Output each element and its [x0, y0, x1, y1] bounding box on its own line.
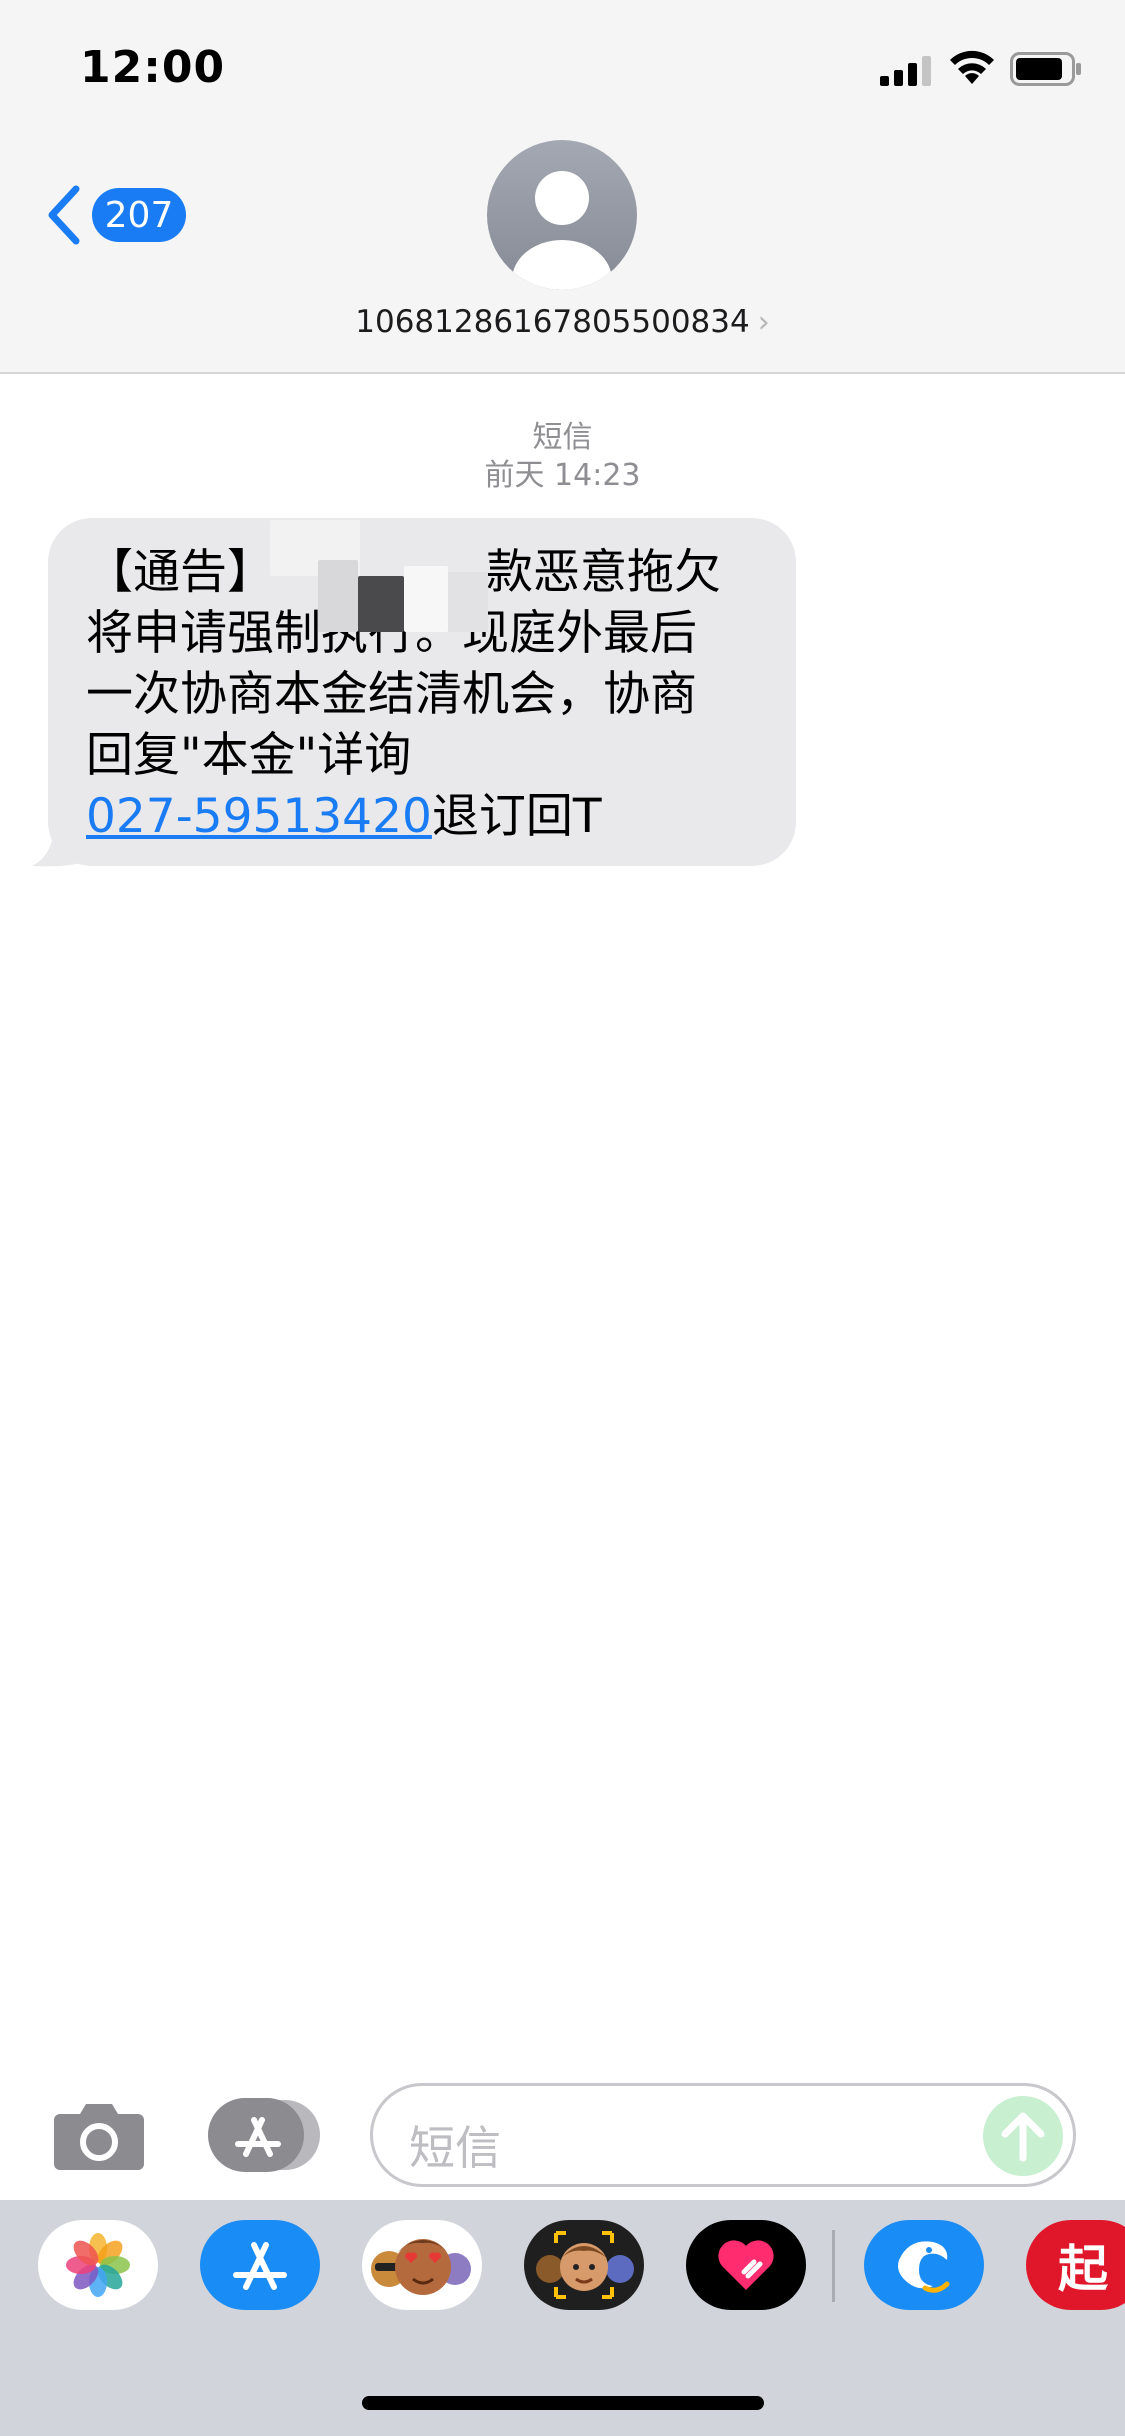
- phone-number-link[interactable]: 027-59513420: [86, 789, 432, 844]
- memoji-faces-icon: [371, 2239, 471, 2295]
- app-store-icon[interactable]: [200, 2220, 320, 2310]
- contact-number[interactable]: 10681286167805500834 ›: [0, 304, 1125, 340]
- redaction-block: [358, 576, 404, 632]
- message-input-placeholder: 短信: [409, 2121, 501, 2175]
- message-input[interactable]: 短信: [370, 2083, 1076, 2187]
- camera-button[interactable]: [52, 2098, 146, 2172]
- animoji-icon[interactable]: [524, 2220, 644, 2310]
- animoji-face-icon: [536, 2231, 634, 2299]
- app-drawer: 起: [0, 2200, 1125, 2436]
- home-indicator[interactable]: [362, 2396, 764, 2410]
- message-line-3: 一次协商本金结清机会，协商: [86, 667, 697, 722]
- chevron-left-icon: [48, 185, 80, 245]
- arrow-up-icon: [1001, 2112, 1045, 2162]
- send-button[interactable]: [983, 2096, 1063, 2176]
- status-time: 12:00: [80, 42, 226, 93]
- dolphin-icon: [898, 2241, 950, 2293]
- conversation-header: 12:00 207 10681286167805500834 ›: [0, 0, 1125, 374]
- redaction-block: [318, 560, 358, 632]
- memoji-stickers-icon[interactable]: [362, 2220, 482, 2310]
- qi-app-icon[interactable]: 起: [1026, 2220, 1125, 2310]
- message-line-5: 027-59513420退订回T: [86, 789, 602, 844]
- message-timestamp: 前天 14:23: [484, 458, 641, 493]
- contact-avatar[interactable]: [487, 140, 637, 290]
- app-store-glyph: [233, 2242, 287, 2290]
- digital-touch-icon[interactable]: [686, 2220, 806, 2310]
- cellular-signal-icon: [880, 56, 931, 86]
- wifi-icon: [950, 50, 994, 84]
- redaction-block: [448, 572, 488, 632]
- heart-icon: [718, 2240, 774, 2290]
- dolphin-app-icon[interactable]: [864, 2220, 984, 2310]
- drawer-divider: [832, 2230, 835, 2302]
- back-button[interactable]: 207: [44, 180, 204, 250]
- app-store-button[interactable]: [206, 2096, 320, 2174]
- unread-count-badge: 207: [92, 188, 186, 242]
- battery-icon: [1010, 52, 1081, 86]
- photos-app-icon[interactable]: [38, 2220, 158, 2310]
- photos-flower-icon: [66, 2233, 130, 2297]
- qi-app-glyph: 起: [1058, 2240, 1108, 2298]
- chevron-right-icon: ›: [757, 305, 770, 340]
- contact-number-text: 10681286167805500834: [355, 304, 750, 340]
- redaction-block: [404, 566, 448, 632]
- message-line-4: 回复"本金"详询: [86, 728, 412, 783]
